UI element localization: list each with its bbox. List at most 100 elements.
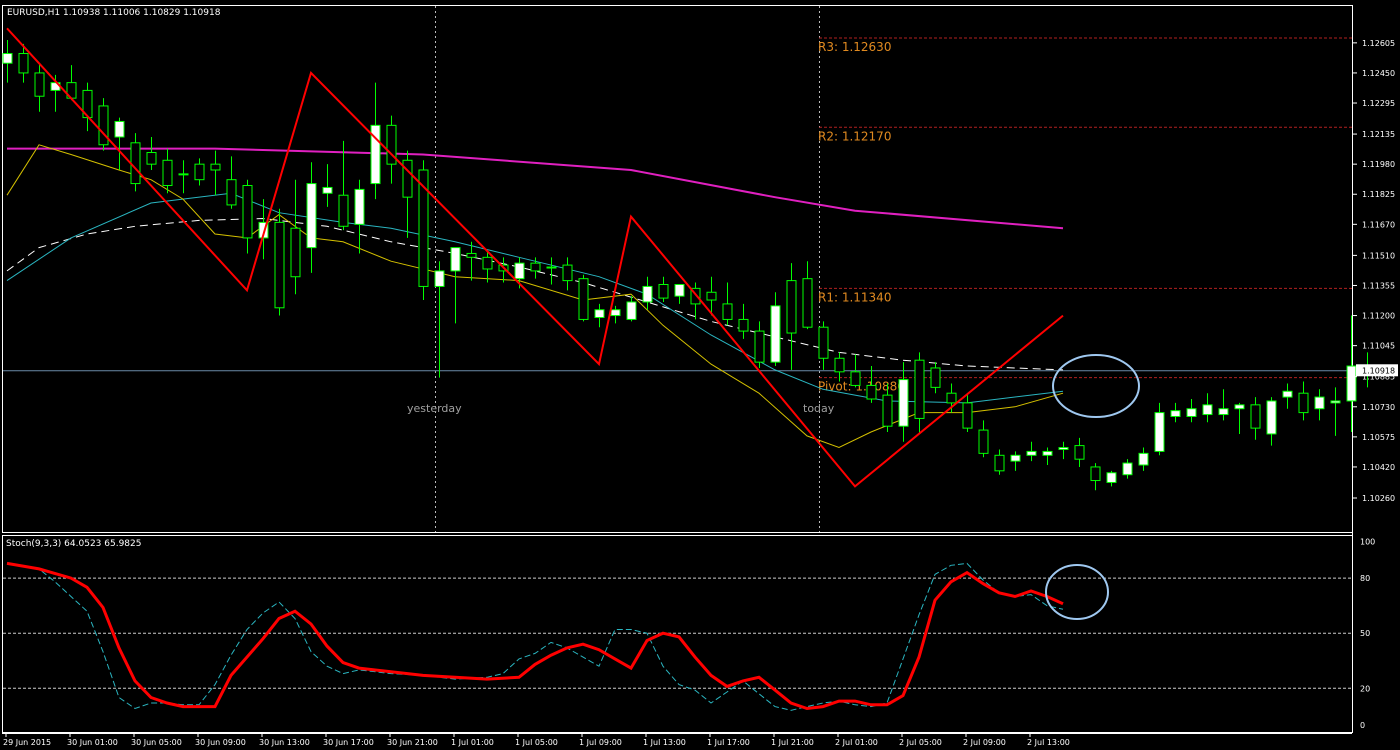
candle-body: [290, 227, 301, 278]
candle-body: [866, 384, 877, 400]
candle-body: [34, 72, 45, 97]
candle: [242, 179, 253, 254]
price-tick-label: 1.11825: [1362, 190, 1395, 199]
candle: [802, 261, 813, 330]
candle-body: [1106, 472, 1117, 483]
current-price-label: 1.10918: [1362, 366, 1395, 375]
candle-body: [962, 402, 973, 429]
price-tick-label: 1.10260: [1362, 494, 1395, 503]
pivot-label: R1: 1.11340: [818, 290, 891, 304]
candle: [386, 115, 397, 184]
candle-body: [162, 159, 173, 187]
candle: [290, 179, 301, 295]
candle-body: [450, 247, 461, 272]
ma-dashed-line: [6, 217, 1064, 371]
candle-body: [1154, 412, 1165, 452]
chart-canvas: R3: 1.12630 R2: 1.12170 R1: 1.11340 Pivot: …: [2, 5, 1398, 747]
candle-body: [1186, 408, 1197, 417]
stoch-tick-label: 50: [1360, 629, 1370, 638]
time-tick-label: 2 Jul 13:00: [1027, 738, 1070, 747]
price-tick-label: 1.10730: [1362, 403, 1395, 412]
stoch-tick-label: 0: [1360, 721, 1365, 730]
candle-body: [98, 105, 109, 146]
candle: [962, 395, 973, 433]
candle-body: [674, 283, 685, 297]
candle: [930, 362, 941, 394]
price-tick-label: 1.12295: [1362, 99, 1395, 108]
candle-body: [610, 309, 621, 317]
candle: [1058, 441, 1069, 460]
candle: [210, 150, 221, 196]
candle: [482, 251, 493, 283]
main-panel-frame: [2, 5, 1353, 533]
candle: [754, 321, 765, 368]
candle-body: [530, 262, 541, 272]
pivot-label: Pivot: 1.10880: [818, 380, 905, 394]
candle-body: [914, 359, 925, 419]
candle: [594, 303, 605, 328]
candle-body: [402, 159, 413, 198]
price-tick-label: 1.10575: [1362, 433, 1395, 442]
candle-body: [466, 252, 477, 258]
candle: [578, 274, 589, 322]
candle: [674, 283, 685, 304]
candle-body: [754, 330, 765, 363]
candle: [1106, 470, 1117, 487]
candle: [82, 82, 93, 132]
candle-body: [194, 163, 205, 181]
time-tick-label: 30 Jun 09:00: [195, 738, 246, 747]
candle-body: [434, 270, 445, 287]
price-tick-label: 1.11980: [1362, 160, 1395, 169]
candle: [994, 449, 1005, 475]
candle-body: [1314, 396, 1325, 410]
candle-body: [818, 326, 829, 359]
candle: [914, 352, 925, 434]
stoch-header: Stoch(9,3,3) 64.0523 65.9825: [6, 539, 141, 549]
candle: [1154, 402, 1165, 456]
candle: [322, 164, 333, 207]
candle-body: [178, 173, 189, 176]
candle-body: [338, 194, 349, 227]
yesterday-label: yesterday: [407, 402, 462, 415]
candle-body: [626, 301, 637, 320]
stoch-panel-frame: [2, 535, 1353, 733]
time-tick-label: 29 Jun 2015: [3, 738, 51, 747]
candle: [418, 160, 429, 301]
candle: [770, 292, 781, 367]
candle: [738, 303, 749, 339]
candle-body: [898, 379, 909, 427]
candle-body: [1250, 404, 1261, 429]
candle: [610, 305, 621, 324]
candle-body: [562, 264, 573, 282]
time-tick-label: 1 Jul 09:00: [579, 738, 622, 747]
candle-body: [322, 186, 333, 194]
candle: [546, 257, 557, 285]
candle: [114, 117, 125, 170]
candle: [818, 321, 829, 370]
candles: [2, 39, 1373, 491]
candle-body: [354, 188, 365, 225]
candle: [338, 140, 349, 231]
candle: [98, 98, 109, 151]
candle: [1282, 383, 1293, 409]
candle: [978, 420, 989, 458]
candle: [1122, 459, 1133, 479]
time-tick-label: 30 Jun 21:00: [387, 738, 438, 747]
candle: [226, 156, 237, 209]
candle: [130, 133, 141, 192]
candle-body: [306, 183, 317, 249]
candle: [1330, 387, 1341, 436]
candle: [402, 150, 413, 238]
price-axis: 1.12605 1.12450 1.12295 1.12135 1.11980 1.118…: [1352, 39, 1398, 503]
candle-body: [1042, 450, 1053, 456]
candle-body: [146, 152, 157, 165]
price-tick-label: 1.12450: [1362, 69, 1395, 78]
candle: [274, 208, 285, 316]
time-tick-label: 30 Jun 13:00: [259, 738, 310, 747]
candle: [1314, 389, 1325, 421]
candle-body: [114, 120, 125, 138]
candle: [1170, 402, 1181, 423]
candle-body: [514, 262, 525, 280]
price-tick-label: 1.11670: [1362, 220, 1395, 229]
candle: [34, 63, 45, 112]
